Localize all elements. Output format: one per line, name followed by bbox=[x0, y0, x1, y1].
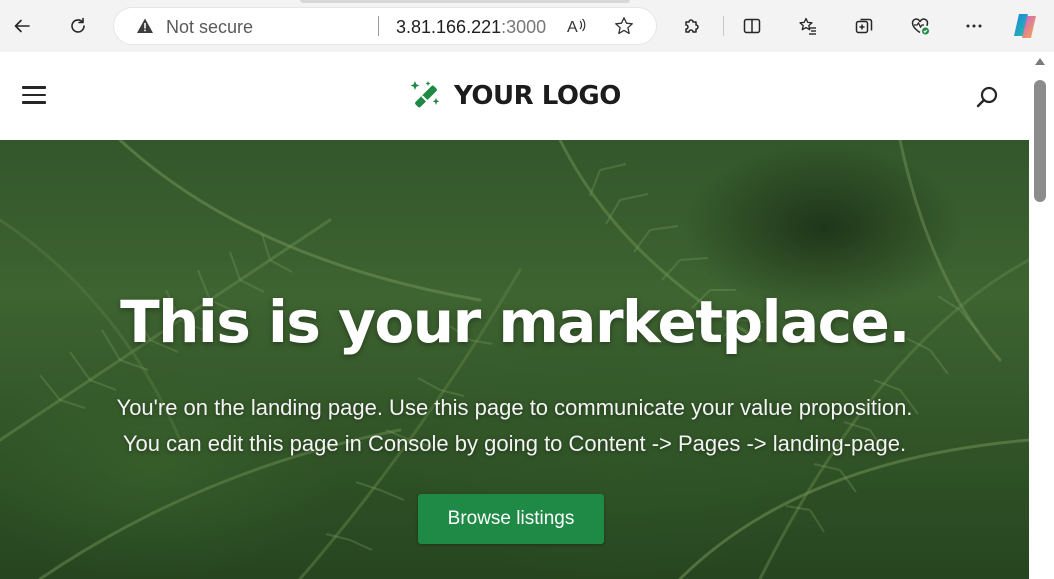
star-icon[interactable] bbox=[614, 16, 634, 36]
hero-section: This is your marketplace. You're on the … bbox=[0, 140, 1029, 579]
site-header: YOUR LOGO bbox=[0, 52, 1029, 140]
hamburger-menu-icon[interactable] bbox=[22, 86, 46, 104]
split-screen-icon[interactable] bbox=[736, 10, 768, 42]
logo-text: YOUR LOGO bbox=[454, 81, 621, 111]
security-label[interactable]: Not secure bbox=[166, 17, 253, 38]
hero-subtitle-line-2: You can edit this page in Console by goi… bbox=[122, 431, 907, 456]
svg-text:A: A bbox=[567, 19, 578, 36]
favorites-icon[interactable] bbox=[792, 10, 824, 42]
url-text[interactable]: 3.81.166.221:3000 bbox=[396, 17, 546, 38]
page-viewport: YOUR LOGO This is your marketplace. You'… bbox=[0, 52, 1029, 579]
browser-toolbar: Not secure 3.81.166.221:3000 A bbox=[0, 0, 1054, 53]
address-bar[interactable]: Not secure 3.81.166.221:3000 A bbox=[114, 8, 656, 44]
hero-subtitle-line-1: You're on the landing page. Use this pag… bbox=[116, 395, 913, 420]
active-tab-indicator bbox=[300, 0, 630, 3]
site-logo[interactable]: YOUR LOGO bbox=[408, 78, 621, 114]
hero-subtitle: You're on the landing page. Use this pag… bbox=[0, 390, 1029, 462]
puzzle-icon[interactable] bbox=[676, 10, 708, 42]
heartbeat-icon[interactable] bbox=[904, 10, 936, 42]
address-separator bbox=[378, 16, 379, 36]
scroll-up-arrow-icon[interactable] bbox=[1035, 58, 1045, 65]
url-host: 3.81.166.221 bbox=[396, 17, 502, 37]
hero-title: This is your marketplace. bbox=[120, 288, 910, 356]
magic-wand-logo-icon bbox=[410, 81, 440, 108]
collections-icon[interactable] bbox=[848, 10, 880, 42]
back-arrow-icon[interactable] bbox=[6, 10, 38, 42]
more-icon[interactable] bbox=[958, 10, 990, 42]
page-scrollbar[interactable] bbox=[1029, 52, 1054, 579]
toolbar-divider bbox=[723, 16, 724, 36]
browse-listings-button[interactable]: Browse listings bbox=[418, 494, 604, 544]
read-aloud-icon[interactable]: A bbox=[566, 16, 586, 36]
search-icon[interactable] bbox=[975, 84, 1001, 110]
copilot-icon[interactable] bbox=[1010, 12, 1040, 40]
url-port: :3000 bbox=[501, 17, 547, 37]
scroll-thumb[interactable] bbox=[1034, 80, 1046, 202]
refresh-icon[interactable] bbox=[62, 10, 94, 42]
warning-icon[interactable] bbox=[136, 17, 154, 35]
